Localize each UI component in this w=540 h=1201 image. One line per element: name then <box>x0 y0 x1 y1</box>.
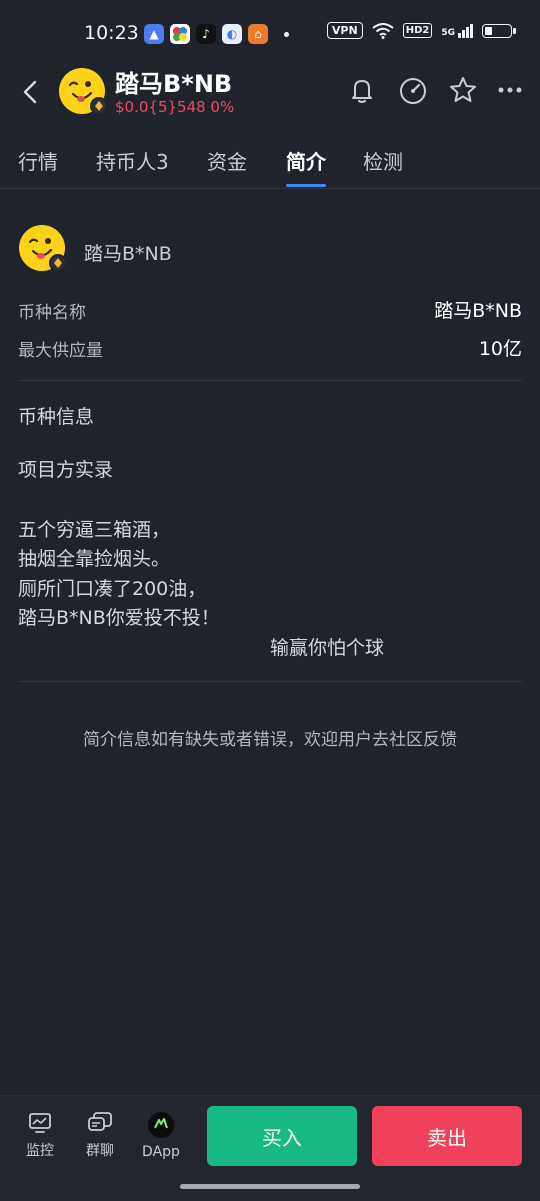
dapp-label: DApp <box>142 1144 180 1160</box>
monitor-label: 监控 <box>26 1143 54 1159</box>
app-a-icon: ▲ <box>144 24 164 44</box>
active-tab-indicator <box>286 184 326 187</box>
coin-avatar <box>19 225 67 272</box>
signal-icon: 5G <box>441 23 473 38</box>
divider <box>18 380 522 381</box>
divider <box>18 681 522 682</box>
monitor-icon <box>29 1113 51 1133</box>
dapp-button[interactable]: DApp <box>136 1112 186 1160</box>
app-home-icon: ⌂ <box>248 24 268 44</box>
wifi-icon <box>372 22 394 39</box>
battery-level <box>485 26 492 35</box>
desc-line: 抽烟全靠捡烟头。 <box>18 548 171 570</box>
home-indicator[interactable] <box>180 1184 360 1189</box>
sell-button[interactable]: 卖出 <box>372 1106 522 1166</box>
coin-name: 踏马B*NB <box>84 243 172 265</box>
monitor-button[interactable]: 监控 <box>15 1112 65 1160</box>
field-label-supply: 最大供应量 <box>18 341 103 361</box>
tiktok-icon: ♪ <box>196 24 216 44</box>
buy-button[interactable]: 买入 <box>207 1106 357 1166</box>
status-time: 10:23 <box>84 22 139 44</box>
token-avatar <box>59 68 108 115</box>
gauge-icon[interactable] <box>397 74 429 106</box>
desc-line: 厕所门口凑了200油， <box>18 578 207 600</box>
hd-badge: HD2 <box>402 23 433 38</box>
dapp-icon <box>148 1112 174 1138</box>
tab-intro[interactable]: 简介 <box>286 146 326 175</box>
battery-icon <box>482 23 516 38</box>
back-icon[interactable] <box>18 76 46 108</box>
more-icon[interactable] <box>496 74 528 106</box>
tab-check[interactable]: 检测 <box>363 146 403 175</box>
bell-icon[interactable] <box>346 74 378 106</box>
chat-icon <box>88 1112 112 1131</box>
feedback-note: 简介信息如有缺失或者错误，欢迎用户去社区反馈 <box>83 730 457 750</box>
chat-button[interactable]: 群聊 <box>75 1112 125 1160</box>
field-value-supply: 10亿 <box>478 338 522 360</box>
desc-closing: 输赢你怕个球 <box>270 637 385 659</box>
tab-funds[interactable]: 资金 <box>207 146 247 175</box>
app-pinwheel-icon <box>170 24 190 44</box>
section-title-info: 币种信息 <box>18 406 95 428</box>
chat-label: 群聊 <box>86 1143 114 1159</box>
project-subtitle: 项目方实录 <box>18 459 114 481</box>
field-value-name: 踏马B*NB <box>434 300 522 322</box>
network-label: 5G <box>441 27 455 38</box>
system-status: VPN HD2 5G <box>326 22 516 39</box>
app-cloud-icon: ◐ <box>222 24 242 44</box>
token-price: $0.0{5}548 0% <box>115 98 235 116</box>
tab-market[interactable]: 行情 <box>18 146 58 175</box>
star-icon[interactable] <box>447 74 479 106</box>
field-label-name: 币种名称 <box>18 303 86 323</box>
desc-line: 五个穷逼三箱酒， <box>18 519 171 541</box>
token-title: 踏马B*NB <box>115 70 233 98</box>
vpn-badge: VPN <box>326 22 363 39</box>
tab-bar: 行情 持币人3 资金 简介 检测 <box>0 138 540 189</box>
desc-line: 踏马B*NB你爱投不投！ <box>18 607 220 629</box>
notification-icons: ▲ ♪ ◐ ⌂ <box>144 24 289 44</box>
more-notifications-dot <box>284 31 289 37</box>
tab-holders[interactable]: 持币人3 <box>96 146 169 175</box>
